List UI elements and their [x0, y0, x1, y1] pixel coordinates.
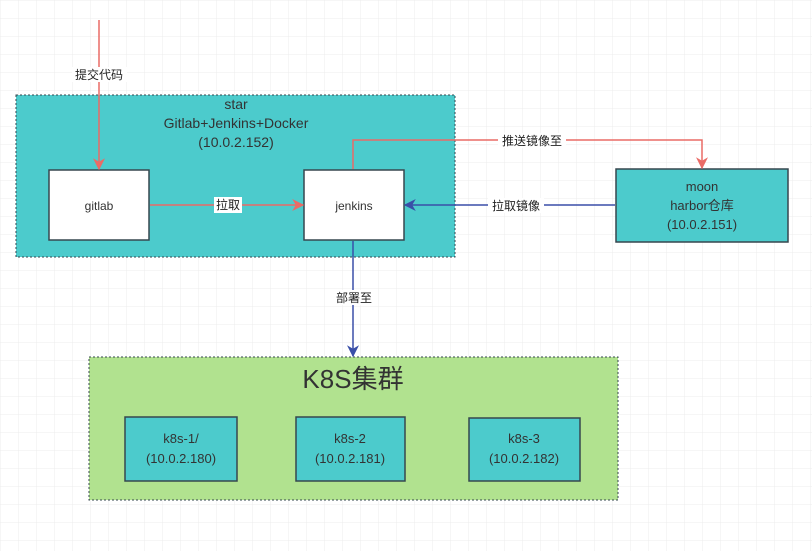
moon-ip: (10.0.2.151): [667, 217, 737, 232]
k8s-cluster-title: K8S集群: [302, 364, 403, 394]
k8s-3-ip: (10.0.2.182): [489, 451, 559, 466]
gitlab-label: gitlab: [85, 199, 114, 213]
container-ip: (10.0.2.152): [198, 134, 274, 150]
k8s-2-node[interactable]: k8s-2 (10.0.2.181): [295, 416, 406, 482]
k8s-3-name: k8s-3: [508, 431, 540, 446]
k8s-1-ip: (10.0.2.180): [146, 451, 216, 466]
edge-label: 拉取: [216, 197, 240, 212]
gitlab-node[interactable]: gitlab: [48, 169, 150, 241]
edge-label: 部署至: [336, 290, 372, 305]
k8s-2-ip: (10.0.2.181): [315, 451, 385, 466]
edge-label: 拉取镜像: [492, 198, 540, 213]
k8s-1-name: k8s-1/: [163, 431, 199, 446]
moon-role: harbor仓库: [670, 198, 734, 213]
k8s-1-node[interactable]: k8s-1/ (10.0.2.180): [124, 416, 238, 482]
container-name: star: [224, 96, 248, 112]
jenkins-label: jenkins: [334, 199, 372, 213]
edge-label: 推送镜像至: [502, 133, 562, 148]
moon-harbor-node[interactable]: moon harbor仓库 (10.0.2.151): [615, 168, 789, 243]
container-services: Gitlab+Jenkins+Docker: [164, 115, 309, 131]
diagram-canvas: star Gitlab+Jenkins+Docker (10.0.2.152) …: [0, 0, 812, 551]
moon-name: moon: [686, 179, 719, 194]
edge-label: 提交代码: [75, 67, 123, 82]
k8s-2-name: k8s-2: [334, 431, 366, 446]
k8s-3-node[interactable]: k8s-3 (10.0.2.182): [468, 417, 581, 482]
jenkins-node[interactable]: jenkins: [303, 169, 405, 241]
